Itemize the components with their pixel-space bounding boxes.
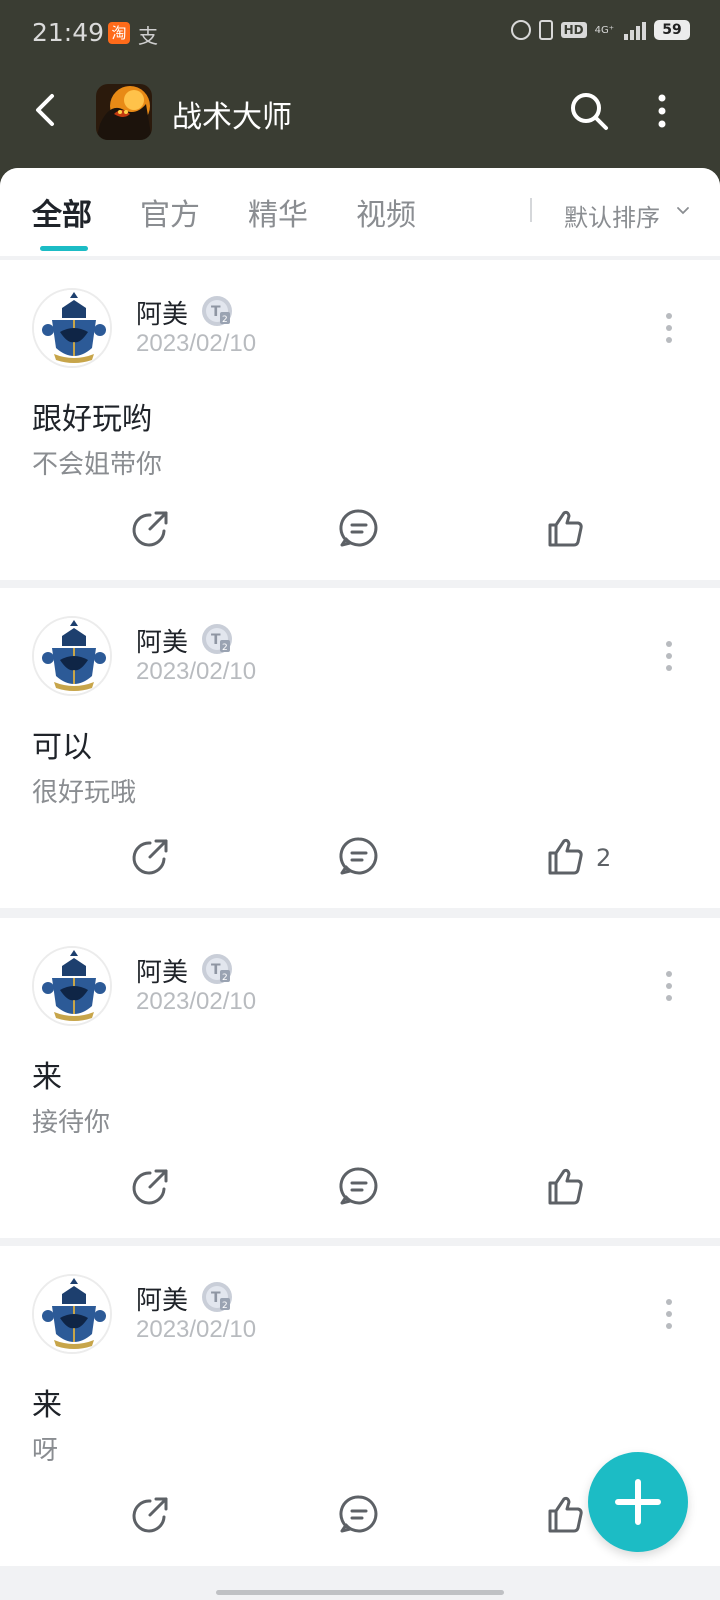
comment-button[interactable] [338, 1494, 380, 1538]
share-button[interactable] [130, 1494, 172, 1538]
post-body[interactable]: 接待你 [32, 1102, 110, 1139]
battery-icon: 59 [654, 20, 690, 40]
avatar[interactable] [32, 946, 112, 1026]
level-badge-icon: T 2 [200, 294, 234, 328]
author-name[interactable]: 阿美 [136, 952, 188, 989]
post-title[interactable]: 可以 [32, 722, 92, 766]
thumbs-up-icon [544, 507, 586, 553]
tab-all[interactable]: 全部 [32, 190, 92, 234]
level-badge-icon: T 2 [200, 952, 234, 986]
post-title[interactable]: 跟好玩哟 [32, 394, 152, 438]
top-header: 21:49 淘 支 HD 4G⁺ 59 战术大师 [0, 0, 720, 190]
comment-button[interactable] [338, 508, 380, 552]
network-type: 4G⁺ [594, 24, 614, 36]
author-name[interactable]: 阿美 [136, 622, 188, 659]
share-icon [130, 1493, 172, 1539]
vibrate-icon [538, 20, 553, 40]
avatar[interactable] [32, 1274, 112, 1354]
add-post-button[interactable] [588, 1452, 688, 1552]
back-icon[interactable] [28, 90, 64, 130]
taobao-notification-icon: 淘 [108, 22, 130, 44]
level-badge-icon: T 2 [200, 622, 234, 656]
post-date: 2023/02/10 [136, 658, 257, 685]
content-sheet: 全部 官方 精华 视频 默认排序 阿美 T 2 2023/02/10 跟好玩哟 … [0, 168, 720, 1600]
avatar[interactable] [32, 288, 112, 368]
page-title: 战术大师 [172, 100, 292, 135]
status-bar: 21:49 淘 支 HD 4G⁺ 59 [0, 0, 720, 70]
post-card[interactable]: 阿美 T 2 2023/02/10 可以 很好玩哦 2 [0, 588, 720, 908]
share-icon [130, 507, 172, 553]
avatar[interactable] [32, 616, 112, 696]
game-icon[interactable] [96, 84, 152, 140]
more-menu-icon[interactable] [652, 90, 672, 132]
post-date: 2023/02/10 [136, 330, 257, 357]
comment-icon [338, 507, 380, 553]
tab-divider [530, 198, 532, 222]
comment-icon [338, 1165, 380, 1211]
share-button[interactable] [130, 836, 172, 880]
like-button[interactable]: 2 [544, 836, 611, 880]
thumbs-up-icon [544, 1165, 586, 1211]
post-date: 2023/02/10 [136, 1316, 257, 1343]
alipay-notification-icon: 支 [138, 24, 158, 48]
tab-featured[interactable]: 精华 [248, 190, 308, 234]
svg-text:2: 2 [222, 973, 228, 983]
like-button[interactable] [544, 508, 596, 552]
post-card[interactable]: 阿美 T 2 2023/02/10 跟好玩哟 不会姐带你 [0, 260, 720, 580]
svg-text:2: 2 [222, 643, 228, 653]
tab-bar: 全部 官方 精华 视频 默认排序 [0, 168, 720, 256]
post-body[interactable]: 不会姐带你 [32, 444, 162, 481]
sort-dropdown[interactable]: 默认排序 [564, 198, 660, 233]
status-time: 21:49 [32, 18, 105, 47]
author-name[interactable]: 阿美 [136, 294, 188, 331]
svg-text:2: 2 [222, 1301, 228, 1311]
tab-video[interactable]: 视频 [356, 190, 416, 234]
tab-official[interactable]: 官方 [140, 190, 200, 234]
svg-text:T: T [211, 632, 221, 648]
nav-bar: 战术大师 [0, 76, 720, 148]
alarm-icon [510, 20, 531, 40]
share-icon [130, 1165, 172, 1211]
svg-text:T: T [211, 1290, 221, 1306]
comment-button[interactable] [338, 836, 380, 880]
svg-text:T: T [211, 962, 221, 978]
comment-icon [338, 1493, 380, 1539]
author-name[interactable]: 阿美 [136, 1280, 188, 1317]
share-button[interactable] [130, 508, 172, 552]
home-indicator [216, 1590, 504, 1595]
svg-text:T: T [211, 304, 221, 320]
share-button[interactable] [130, 1166, 172, 1210]
post-body[interactable]: 很好玩哦 [32, 772, 136, 809]
like-button[interactable] [544, 1166, 596, 1210]
post-more-icon[interactable] [664, 638, 674, 674]
post-more-icon[interactable] [664, 310, 674, 346]
post-date: 2023/02/10 [136, 988, 257, 1015]
plus-icon [615, 1479, 661, 1525]
like-count: 2 [596, 844, 612, 872]
chevron-down-icon[interactable] [676, 204, 690, 218]
comment-button[interactable] [338, 1166, 380, 1210]
status-indicators: HD 4G⁺ 59 [510, 20, 690, 40]
search-icon[interactable] [568, 90, 610, 132]
post-card[interactable]: 阿美 T 2 2023/02/10 来 接待你 [0, 918, 720, 1238]
signal-icon [624, 20, 646, 40]
post-title[interactable]: 来 [32, 1052, 62, 1096]
share-icon [130, 835, 172, 881]
post-body[interactable]: 呀 [32, 1430, 58, 1467]
svg-text:2: 2 [222, 315, 228, 325]
thumbs-up-icon [544, 835, 586, 881]
post-more-icon[interactable] [664, 968, 674, 1004]
level-badge-icon: T 2 [200, 1280, 234, 1314]
tab-active-indicator [40, 246, 88, 251]
post-more-icon[interactable] [664, 1296, 674, 1332]
post-title[interactable]: 来 [32, 1380, 62, 1424]
comment-icon [338, 835, 380, 881]
thumbs-up-icon [544, 1493, 586, 1539]
hd-icon: HD [560, 22, 587, 38]
